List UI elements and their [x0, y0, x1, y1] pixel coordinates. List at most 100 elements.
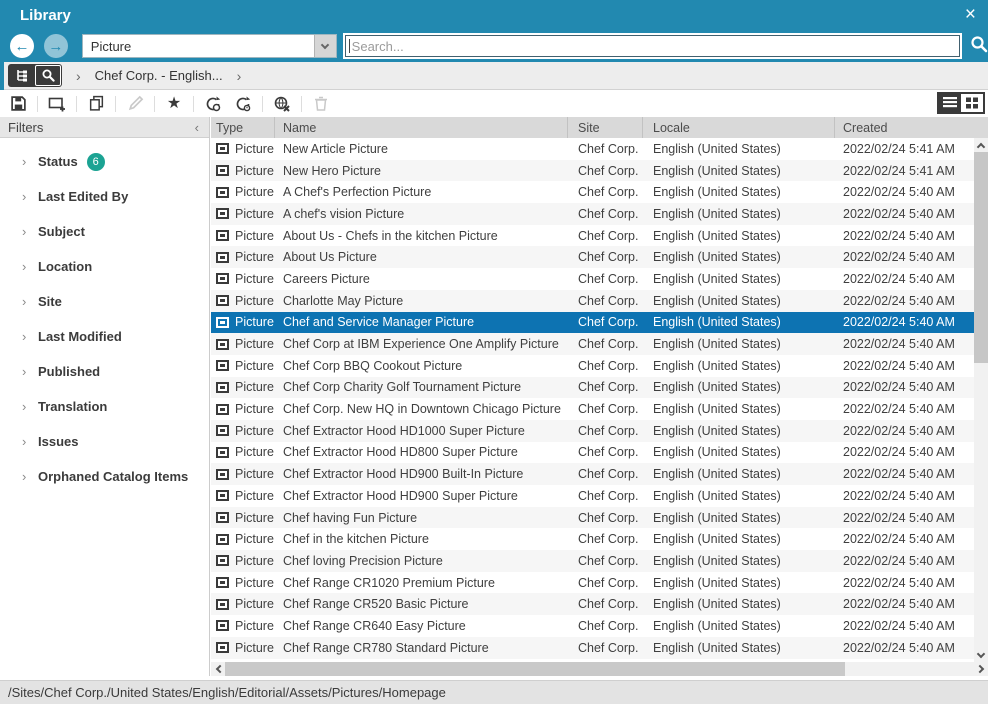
row-name: Chef Corp. New HQ in Downtown Chicago Pi… — [275, 398, 568, 420]
table-row[interactable]: Picture Chef Range CR640 Easy Picture Ch… — [211, 615, 974, 637]
picture-icon — [216, 187, 229, 198]
scroll-left-button[interactable] — [211, 662, 225, 676]
table-row[interactable]: Picture Chef Corp BBQ Cookout Picture Ch… — [211, 355, 974, 377]
filter-label: Status — [38, 154, 78, 169]
dropdown-button[interactable] — [314, 35, 336, 57]
breadcrumb-separator[interactable]: › — [237, 68, 242, 84]
chevron-left-icon — [215, 665, 223, 673]
table-body: Picture New Article Picture Chef Corp. E… — [211, 138, 974, 662]
forward-button[interactable]: → — [44, 34, 68, 58]
vertical-scroll-thumb[interactable] — [974, 152, 988, 363]
table-row[interactable]: Picture About Us Picture Chef Corp. Engl… — [211, 246, 974, 268]
refresh-version-button[interactable] — [231, 94, 255, 114]
row-created: 2022/02/24 5:40 AM — [835, 312, 974, 334]
row-name: Careers Picture — [275, 268, 568, 290]
row-type-cell: Picture — [211, 528, 275, 550]
column-header-locale[interactable]: Locale — [643, 117, 835, 138]
remove-translation-button[interactable] — [270, 94, 294, 114]
filter-item[interactable]: › Published — [0, 354, 209, 389]
vertical-scrollbar[interactable] — [974, 138, 988, 662]
delete-button[interactable] — [309, 94, 333, 114]
table-row[interactable]: Picture Chef Corp Charity Golf Tournamen… — [211, 377, 974, 399]
horizontal-scroll-thumb[interactable] — [225, 662, 845, 676]
scroll-down-button[interactable] — [974, 648, 988, 662]
table-row[interactable]: Picture New Article Picture Chef Corp. E… — [211, 138, 974, 160]
restore-version-button[interactable] — [201, 94, 225, 114]
row-created: 2022/02/24 5:40 AM — [835, 528, 974, 550]
table-row[interactable]: Picture Chef Extractor Hood HD900 Super … — [211, 485, 974, 507]
row-type-label: Picture — [235, 597, 274, 611]
row-site: Chef Corp. — [568, 333, 643, 355]
chevron-up-icon — [977, 142, 985, 150]
row-type-label: Picture — [235, 511, 274, 525]
row-type-cell: Picture — [211, 138, 275, 160]
table-row[interactable]: Picture Careers Picture Chef Corp. Engli… — [211, 268, 974, 290]
row-site: Chef Corp. — [568, 246, 643, 268]
chevron-right-icon — [975, 665, 983, 673]
column-header-type[interactable]: Type — [211, 117, 275, 138]
table-row[interactable]: Picture Chef Corp. New HQ in Downtown Ch… — [211, 398, 974, 420]
table-row[interactable]: Picture Chef Range CR520 Basic Picture C… — [211, 593, 974, 615]
row-site: Chef Corp. — [568, 637, 643, 659]
search-placeholder: Search... — [352, 39, 404, 54]
search-input[interactable]: Search... — [345, 35, 960, 57]
table-row[interactable]: Picture Chef Extractor Hood HD900 Built-… — [211, 463, 974, 485]
close-icon[interactable]: × — [965, 4, 976, 26]
filter-item[interactable]: › Orphaned Catalog Items — [0, 459, 209, 494]
table-row[interactable]: Picture A chef's vision Picture Chef Cor… — [211, 203, 974, 225]
breadcrumb-root[interactable]: Chef Corp. - English... — [95, 68, 223, 83]
table-row[interactable]: Picture Chef Extractor Hood HD800 Super … — [211, 442, 974, 464]
filter-item[interactable]: › Last Edited By — [0, 179, 209, 214]
filter-item[interactable]: › Last Modified — [0, 319, 209, 354]
table-row[interactable]: Picture Chef having Fun Picture Chef Cor… — [211, 507, 974, 529]
filter-item[interactable]: › Subject — [0, 214, 209, 249]
status-bar: /Sites/Chef Corp./United States/English/… — [0, 680, 988, 704]
row-type-cell: Picture — [211, 290, 275, 312]
row-type-cell: Picture — [211, 181, 275, 203]
row-type-label: Picture — [235, 467, 274, 481]
list-view-button[interactable] — [939, 94, 961, 112]
filter-item[interactable]: › Translation — [0, 389, 209, 424]
table-row[interactable]: Picture Chef Range CR1020 Premium Pictur… — [211, 572, 974, 594]
back-button[interactable]: ← — [10, 34, 34, 58]
edit-button[interactable] — [123, 94, 147, 114]
row-site: Chef Corp. — [568, 615, 643, 637]
save-button[interactable] — [6, 94, 30, 114]
row-type-cell: Picture — [211, 160, 275, 182]
column-header-created[interactable]: Created — [835, 117, 988, 138]
table-row[interactable]: Picture A Chef's Perfection Picture Chef… — [211, 181, 974, 203]
search-icon[interactable] — [970, 35, 988, 58]
table-row[interactable]: Picture New Hero Picture Chef Corp. Engl… — [211, 160, 974, 182]
horizontal-scrollbar[interactable] — [211, 662, 988, 676]
table-row[interactable]: Picture About Us - Chefs in the kitchen … — [211, 225, 974, 247]
filter-item[interactable]: › Issues — [0, 424, 209, 459]
tree-view-button[interactable] — [9, 65, 35, 86]
row-type-cell: Picture — [211, 203, 275, 225]
collapse-sidebar-icon[interactable]: ‹ — [195, 120, 199, 135]
copy-button[interactable] — [84, 94, 108, 114]
favorite-button[interactable]: ★ — [162, 94, 186, 114]
column-header-site[interactable]: Site — [568, 117, 643, 138]
table-row[interactable]: Picture Chef Extractor Hood HD1000 Super… — [211, 420, 974, 442]
table-row[interactable]: Picture Chef Range CR780 Standard Pictur… — [211, 637, 974, 659]
table-row[interactable]: Picture Charlotte May Picture Chef Corp.… — [211, 290, 974, 312]
grid-view-button[interactable] — [961, 94, 983, 112]
table-row[interactable]: Picture Chef loving Precision Picture Ch… — [211, 550, 974, 572]
column-header-name[interactable]: Name — [275, 117, 568, 138]
filter-item[interactable]: › Location — [0, 249, 209, 284]
filter-item[interactable]: › Status 6 — [0, 144, 209, 179]
row-locale: English (United States) — [643, 355, 835, 377]
row-type-label: Picture — [235, 272, 274, 286]
add-image-button[interactable] — [45, 94, 69, 114]
row-type-label: Picture — [235, 185, 274, 199]
table-row[interactable]: Picture Chef Corp at IBM Experience One … — [211, 333, 974, 355]
row-created: 2022/02/24 5:40 AM — [835, 485, 974, 507]
scroll-right-button[interactable] — [974, 662, 988, 676]
table-row[interactable]: Picture Chef in the kitchen Picture Chef… — [211, 528, 974, 550]
row-locale: English (United States) — [643, 507, 835, 529]
type-filter-dropdown[interactable]: Picture — [82, 34, 337, 58]
search-view-button[interactable] — [35, 65, 61, 86]
filter-item[interactable]: › Site — [0, 284, 209, 319]
scroll-up-button[interactable] — [974, 138, 988, 152]
table-row[interactable]: Picture Chef and Service Manager Picture… — [211, 312, 974, 334]
